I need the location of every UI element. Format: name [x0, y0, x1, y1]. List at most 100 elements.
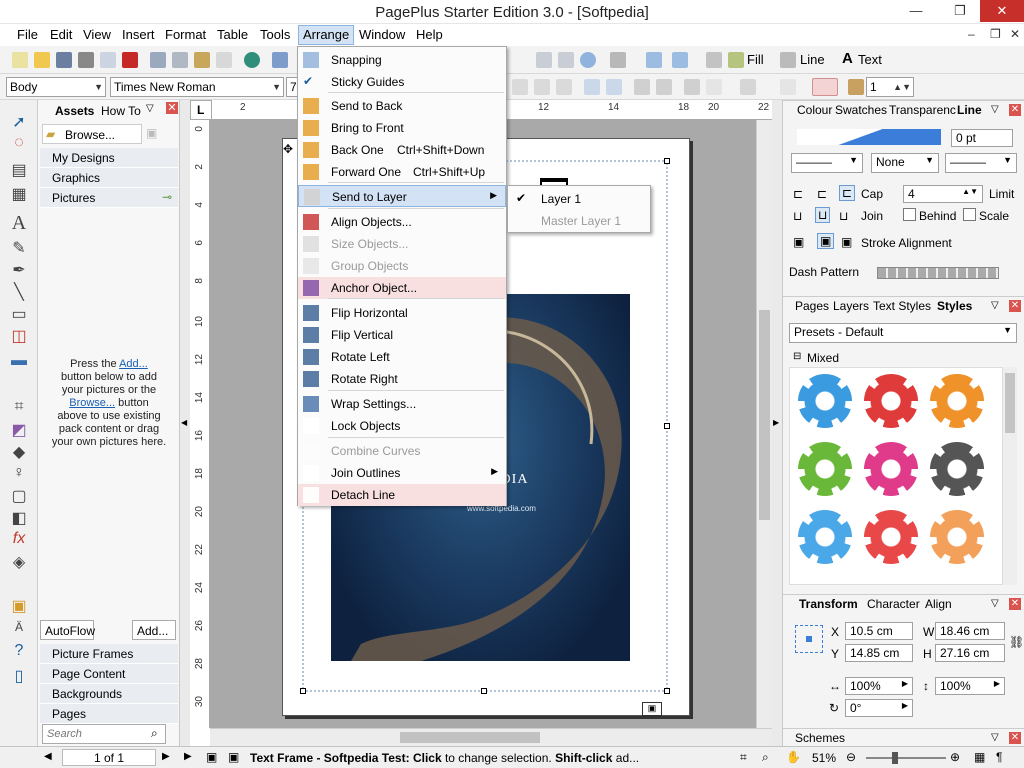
style-swatch[interactable]: [864, 510, 918, 564]
gallery-scrollbar[interactable]: [1003, 367, 1017, 585]
collapse-group-icon[interactable]: ⊟: [793, 351, 801, 362]
dash-pattern-bar[interactable]: [877, 267, 999, 279]
nav-pictures[interactable]: Pictures ⊸: [40, 188, 178, 208]
mdi-restore-button[interactable]: ❐: [990, 27, 1001, 41]
menu-item-send-to-layer[interactable]: Send to Layer ▶: [298, 185, 506, 207]
w-field[interactable]: 18.46 cm: [935, 622, 1005, 640]
close-button[interactable]: ✕: [980, 0, 1024, 22]
outdent-icon[interactable]: [656, 79, 672, 95]
style-swatch[interactable]: [930, 442, 984, 496]
cap-square-icon[interactable]: ⊏: [839, 185, 856, 201]
bullets-icon[interactable]: [584, 79, 600, 95]
selection-handle[interactable]: [481, 688, 487, 694]
font-select[interactable]: Times New Roman ▼: [110, 77, 284, 97]
preview-icon[interactable]: [100, 52, 116, 68]
menu-item-back-one[interactable]: Back One Ctrl+Shift+Down: [298, 139, 506, 161]
text-colour-icon[interactable]: A: [842, 50, 853, 67]
link-icon[interactable]: ⛓: [1009, 635, 1024, 649]
note-icon[interactable]: ▯: [9, 666, 29, 686]
menu-item-snapping[interactable]: Snapping: [298, 49, 506, 71]
menu-help[interactable]: Help: [416, 27, 443, 42]
pan-icon[interactable]: ✋: [786, 750, 801, 764]
behind-checkbox[interactable]: [903, 208, 916, 221]
spacing-icon[interactable]: [684, 79, 700, 95]
style-swatch[interactable]: [930, 374, 984, 428]
nav-my-designs[interactable]: My Designs: [40, 148, 178, 168]
panel-menu-icon[interactable]: ▽: [991, 104, 999, 115]
numbering-icon[interactable]: [606, 79, 622, 95]
menu-item-align-objects[interactable]: Align Objects...: [298, 211, 506, 233]
menu-format[interactable]: Format: [165, 27, 206, 42]
horizontal-scrollbar[interactable]: [210, 728, 772, 746]
table-icon[interactable]: [558, 52, 574, 68]
menu-item-rotate-left[interactable]: Rotate Left: [298, 346, 506, 368]
stroke-inside-icon[interactable]: ▣: [841, 235, 852, 249]
zoom-value[interactable]: 51%: [812, 751, 836, 765]
search-icon[interactable]: ⌕: [151, 726, 158, 741]
layer-item-layer-1[interactable]: ✔ Layer 1: [508, 188, 650, 210]
undo-icon[interactable]: [272, 52, 288, 68]
restore-button[interactable]: ❐: [940, 0, 980, 22]
table-tool-icon[interactable]: ▦: [9, 184, 29, 204]
text-style-select[interactable]: Body ▼: [6, 77, 106, 97]
zoom-icon[interactable]: ⌕: [762, 750, 769, 765]
ruler-origin[interactable]: L: [190, 100, 212, 120]
text-style-icon[interactable]: Ä: [9, 620, 29, 634]
tab-align[interactable]: Align: [925, 597, 952, 611]
3d-tool-icon[interactable]: ◩: [9, 420, 29, 440]
pages-icon[interactable]: ▦: [974, 750, 985, 764]
text-label[interactable]: Text: [858, 52, 882, 67]
paragraph-marks-icon[interactable]: ¶: [996, 750, 1002, 764]
minimize-button[interactable]: —: [896, 0, 936, 22]
fx-icon[interactable]: fx: [9, 530, 29, 548]
selection-handle[interactable]: [664, 688, 670, 694]
line-tool-icon[interactable]: ╲: [9, 282, 29, 302]
help-icon[interactable]: ?: [9, 642, 29, 660]
menu-item-lock-objects[interactable]: Lock Objects: [298, 415, 506, 437]
cap-round-icon[interactable]: ⊏: [817, 187, 827, 201]
join-miter-icon[interactable]: ⊔: [793, 209, 802, 223]
panel-close-icon[interactable]: ✕: [1009, 104, 1021, 116]
collapse-right-icon[interactable]: ▶: [773, 418, 779, 427]
rotate-icon[interactable]: [706, 52, 722, 68]
open-icon[interactable]: [34, 52, 50, 68]
next-page-icon[interactable]: ▶: [162, 751, 170, 762]
vertical-scrollbar[interactable]: [756, 120, 772, 728]
scale-x-field[interactable]: 100% ▶: [845, 677, 913, 695]
nav-page-content[interactable]: Page Content: [40, 664, 178, 684]
fill-label[interactable]: Fill: [747, 52, 764, 67]
zoom-slider[interactable]: [866, 752, 946, 764]
save-icon[interactable]: ▣: [146, 126, 157, 140]
browse-button[interactable]: ▰ Browse...: [42, 124, 142, 144]
tab-layers[interactable]: Layers: [833, 299, 869, 313]
fill-tool-icon[interactable]: ◆: [9, 442, 29, 462]
menu-item-anchor-object[interactable]: Anchor Object...: [298, 277, 506, 299]
join-round-icon[interactable]: ⊔: [815, 207, 831, 223]
tab-character[interactable]: Character: [867, 597, 920, 611]
menu-item-wrap-settings[interactable]: Wrap Settings...: [298, 393, 506, 415]
zoom-fit-icon[interactable]: ⌗: [740, 750, 747, 765]
shape-icon[interactable]: [610, 52, 626, 68]
cut-icon[interactable]: [150, 52, 166, 68]
scale-checkbox[interactable]: [963, 208, 976, 221]
style-swatch[interactable]: [864, 374, 918, 428]
move-handle-icon[interactable]: ✥: [283, 142, 293, 156]
menu-window[interactable]: Window: [359, 27, 405, 42]
shape-tool-icon[interactable]: ▭: [9, 304, 29, 324]
frame-icon[interactable]: [536, 52, 552, 68]
page-indicator[interactable]: 1 of 1: [62, 749, 156, 766]
lasso-tool-icon[interactable]: ◌: [9, 134, 29, 152]
join-bevel-icon[interactable]: ⊔: [839, 209, 848, 223]
mdi-minimize-button[interactable]: –: [968, 27, 975, 41]
master-page-icon[interactable]: ▣: [228, 750, 239, 764]
line-start-select[interactable]: ——— ▼: [945, 153, 1017, 173]
tab-assets[interactable]: Assets: [50, 102, 99, 120]
stroke-center-icon[interactable]: ▣: [817, 233, 835, 249]
menu-item-rotate-right[interactable]: Rotate Right: [298, 368, 506, 390]
media-icon[interactable]: [244, 52, 260, 68]
selection-handle[interactable]: [300, 688, 306, 694]
save-icon[interactable]: [56, 52, 72, 68]
menu-file[interactable]: File: [17, 27, 38, 42]
menu-item-flip-vertical[interactable]: Flip Vertical: [298, 324, 506, 346]
pin-icon[interactable]: ⊸: [162, 190, 172, 204]
